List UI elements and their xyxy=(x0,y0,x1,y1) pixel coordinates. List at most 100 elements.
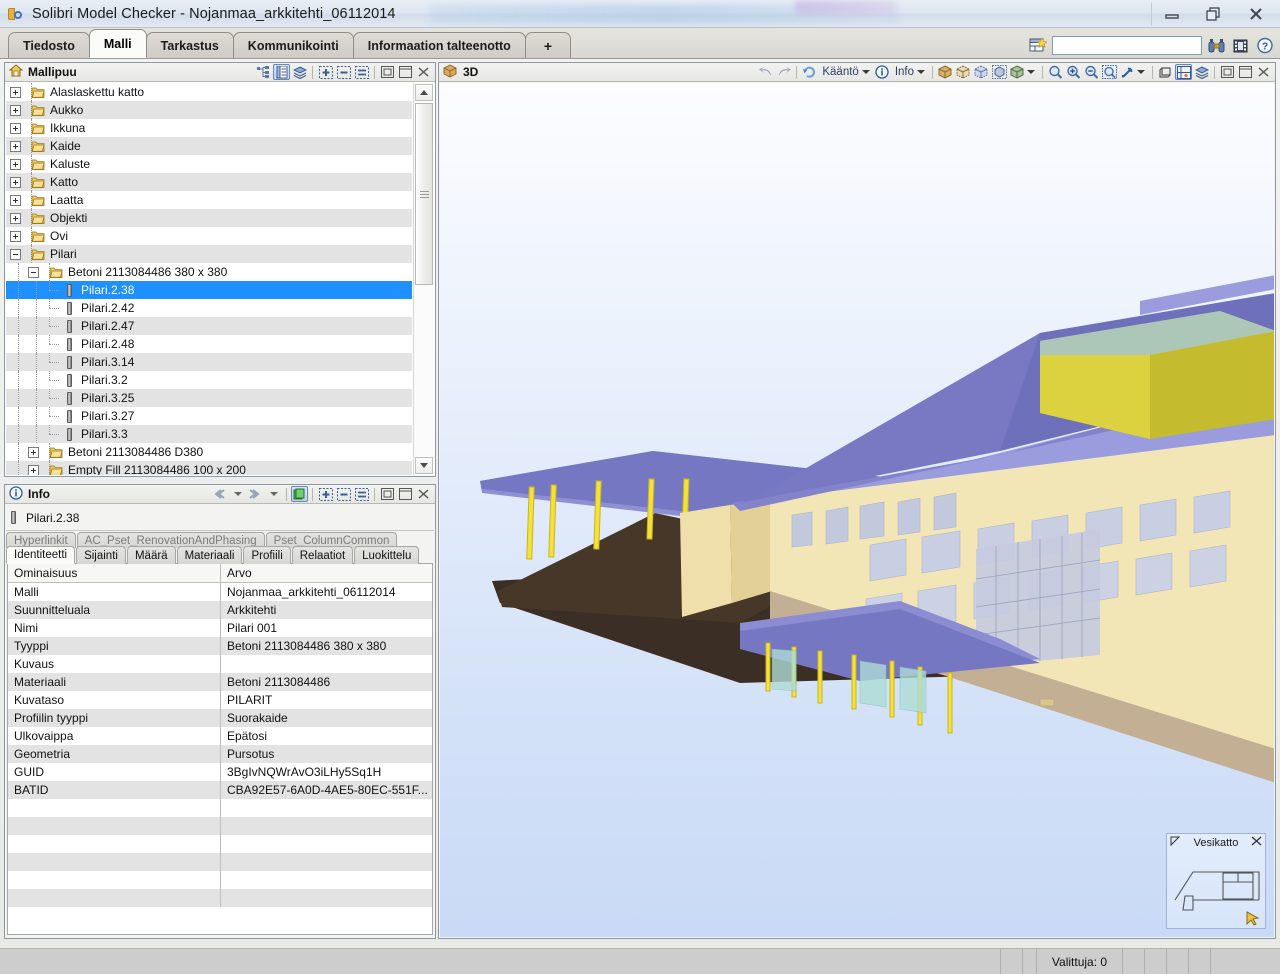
scroll-up-button[interactable] xyxy=(415,84,433,101)
section-plane-icon[interactable] xyxy=(1175,64,1192,80)
tree-expander[interactable] xyxy=(28,266,39,278)
scroll-down-button[interactable] xyxy=(415,457,433,474)
bounding-box-icon[interactable] xyxy=(1157,64,1174,80)
tree-item-katto[interactable]: Katto xyxy=(6,173,412,191)
layers-icon[interactable] xyxy=(291,64,308,80)
tree-item-pilari-2-47[interactable]: Pilari.2.47 xyxy=(6,317,412,335)
maximize-panel-icon[interactable] xyxy=(397,64,414,80)
solid-cube-icon[interactable] xyxy=(937,64,954,80)
expand-all-icon[interactable] xyxy=(317,64,334,80)
tree-expander[interactable] xyxy=(10,248,21,260)
restore-icon[interactable] xyxy=(1193,2,1234,26)
tree-item-pilari-2-48[interactable]: Pilari.2.48 xyxy=(6,335,412,353)
tree-item-pilari-3-27[interactable]: Pilari.3.27 xyxy=(6,407,412,425)
tree-expander[interactable] xyxy=(10,140,21,152)
tree-item-objekti[interactable]: Objekti xyxy=(6,209,412,227)
property-row[interactable]: GUID 3BgIvNQWrAvO3iLHy5Sq1H xyxy=(8,763,432,781)
grouping-icon[interactable] xyxy=(273,64,290,80)
tab-kommunikointi[interactable]: Kommunikointi xyxy=(232,32,354,58)
binoculars-icon[interactable] xyxy=(1207,36,1226,55)
tree-item-empty-fill-2113084486-100-x-200[interactable]: Empty Fill 2113084486 100 x 200 xyxy=(6,461,412,475)
sync-selection-icon[interactable] xyxy=(291,486,308,502)
tree-expander[interactable] xyxy=(10,194,21,206)
restore-panel-icon[interactable] xyxy=(1219,64,1236,80)
tree-expander[interactable] xyxy=(10,212,21,224)
wireframe-cube-icon[interactable] xyxy=(973,64,990,80)
info-tab-identiteetti[interactable]: Identiteetti xyxy=(6,546,76,564)
property-row[interactable]: Kuvaus xyxy=(8,655,432,673)
info-tab-sijainti[interactable]: Sijainti xyxy=(76,546,126,564)
tab-tarkastus[interactable]: Tarkastus xyxy=(145,32,234,58)
tree-item-pilari-3-3[interactable]: Pilari.3.3 xyxy=(6,425,412,443)
info-tab-profiili[interactable]: Profiili xyxy=(243,546,291,564)
transparent-cube-icon[interactable] xyxy=(955,64,972,80)
close-panel-icon[interactable] xyxy=(415,486,432,502)
close-icon[interactable] xyxy=(1235,2,1276,26)
info-tab-luokittelu[interactable]: Luokittelu xyxy=(354,546,420,564)
tree-item-kaluste[interactable]: Kaluste xyxy=(6,155,412,173)
tree-item-pilari-2-42[interactable]: Pilari.2.42 xyxy=(6,299,412,317)
property-row[interactable]: Suunnitteluala Arkkitehti xyxy=(8,601,432,619)
back-arrow-icon[interactable] xyxy=(211,486,228,502)
tree-item-pilari-3-25[interactable]: Pilari.3.25 xyxy=(6,389,412,407)
mini-preview-vesikatto[interactable]: Vesikatto xyxy=(1166,833,1266,929)
tree-item-ovi[interactable]: Ovi xyxy=(6,227,412,245)
tree-item-aukko[interactable]: Aukko xyxy=(6,101,412,119)
back-menu-chevron-down-icon[interactable] xyxy=(229,486,246,502)
layers-icon[interactable] xyxy=(1193,64,1210,80)
hierarchy-icon[interactable] xyxy=(255,64,272,80)
maximize-panel-icon[interactable] xyxy=(1237,64,1254,80)
shaded-cube-icon[interactable] xyxy=(1009,64,1026,80)
pick-chevron-down-icon[interactable] xyxy=(1137,70,1145,74)
collapse-all-icon[interactable] xyxy=(335,486,352,502)
tree-item-betoni-2113084486-d380[interactable]: Betoni 2113084486 D380 xyxy=(6,443,412,461)
filmstrip-icon[interactable] xyxy=(1231,36,1250,55)
tab-add-new[interactable]: + xyxy=(524,32,572,58)
forward-menu-chevron-down-icon[interactable] xyxy=(265,486,282,502)
close-panel-icon[interactable] xyxy=(1255,64,1272,80)
property-row[interactable]: Geometria Pursotus xyxy=(8,745,432,763)
zoom-area-icon[interactable] xyxy=(1101,64,1118,80)
model-tree-scrollbar[interactable] xyxy=(413,83,434,475)
new-layout-icon[interactable] xyxy=(1028,36,1047,55)
pick-arrow-icon[interactable] xyxy=(1119,64,1136,80)
zoom-in-icon[interactable] xyxy=(1065,64,1082,80)
tree-item-alaslaskettu-katto[interactable]: Alaslaskettu katto xyxy=(6,83,412,101)
property-row[interactable]: Tyyppi Betoni 2113084486 380 x 380 xyxy=(8,637,432,655)
tab-tiedosto[interactable]: Tiedosto xyxy=(8,32,90,58)
tree-expander[interactable] xyxy=(10,104,21,116)
property-row[interactable]: Kuvataso PILARIT xyxy=(8,691,432,709)
minimize-icon[interactable] xyxy=(1151,2,1192,26)
list-view-icon[interactable] xyxy=(353,486,370,502)
close-panel-icon[interactable] xyxy=(1251,836,1262,850)
tree-expander[interactable] xyxy=(10,86,21,98)
info-tab-m-r-[interactable]: Määrä xyxy=(126,546,176,564)
collapse-all-icon[interactable] xyxy=(335,64,352,80)
property-row[interactable]: BATID CBA92E57-6A0D-4AE5-80EC-551F... xyxy=(8,781,432,799)
info-icon[interactable] xyxy=(874,64,891,80)
restore-panel-icon[interactable] xyxy=(379,486,396,502)
zoom-fit-icon[interactable] xyxy=(1047,64,1064,80)
tree-item-ikkuna[interactable]: Ikkuna xyxy=(6,119,412,137)
rotate-icon[interactable] xyxy=(801,64,818,80)
info-tab-materiaali[interactable]: Materiaali xyxy=(176,546,243,564)
undo-arrow-icon[interactable] xyxy=(757,64,774,80)
tab-informaation-talteenotto[interactable]: Informaation talteenotto xyxy=(352,32,526,58)
tree-expander[interactable] xyxy=(10,230,21,242)
hidden-cube-icon[interactable] xyxy=(991,64,1008,80)
tree-item-pilari-2-38[interactable]: Pilari.2.38 xyxy=(6,281,412,299)
info-chevron-down-icon[interactable] xyxy=(917,70,925,74)
tree-item-pilari[interactable]: Pilari xyxy=(6,245,412,263)
zoom-out-icon[interactable] xyxy=(1083,64,1100,80)
info-tab-relaatiot[interactable]: Relaatiot xyxy=(291,546,354,564)
property-row[interactable]: Materiaali Betoni 2113084486 xyxy=(8,673,432,691)
tree-item-pilari-3-2[interactable]: Pilari.3.2 xyxy=(6,371,412,389)
property-row[interactable]: Ulkovaippa Epätosi xyxy=(8,727,432,745)
tree-expander[interactable] xyxy=(28,464,39,475)
tree-expander[interactable] xyxy=(10,158,21,170)
maximize-panel-icon[interactable] xyxy=(397,486,414,502)
property-row[interactable]: Malli Nojanmaa_arkkitehti_06112014 xyxy=(8,583,432,601)
close-panel-icon[interactable] xyxy=(415,64,432,80)
tree-item-pilari-3-14[interactable]: Pilari.3.14 xyxy=(6,353,412,371)
tree-item-kaide[interactable]: Kaide xyxy=(6,137,412,155)
